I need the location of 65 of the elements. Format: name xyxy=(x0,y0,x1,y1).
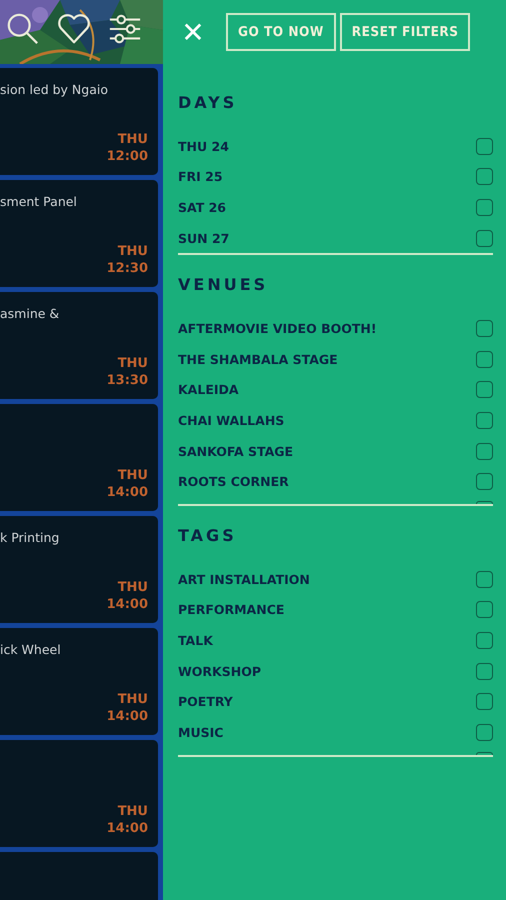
event-title: asmine & xyxy=(0,306,60,321)
event-day: THU xyxy=(118,803,148,820)
event-time: 14:00 xyxy=(106,484,148,501)
section-heading: TAGS xyxy=(178,526,237,545)
heart-icon[interactable] xyxy=(57,12,91,46)
checkbox[interactable] xyxy=(476,473,493,490)
event-time: 12:30 xyxy=(106,260,148,277)
event-title: ick Wheel xyxy=(0,642,61,657)
event-title: sion led by Ngaio xyxy=(0,82,108,97)
filter-label[interactable]: THU 24 xyxy=(178,138,229,154)
event-card[interactable]: k Printing THU 14:00 xyxy=(0,516,158,623)
filter-label[interactable]: ROOTS CORNER xyxy=(178,474,289,490)
close-button[interactable]: ✕ xyxy=(178,16,208,48)
filter-label[interactable]: KALEIDA xyxy=(178,382,239,398)
checkbox[interactable] xyxy=(476,198,493,216)
checkbox[interactable] xyxy=(476,168,493,186)
checkbox[interactable] xyxy=(476,442,493,460)
event-day: THU xyxy=(118,355,148,372)
event-day: THU xyxy=(118,579,148,596)
filter-label[interactable]: TALK xyxy=(178,632,213,648)
filter-label[interactable]: THE SHAMBALA STAGE xyxy=(178,352,338,367)
event-title: k Printing xyxy=(0,530,60,545)
checkbox[interactable] xyxy=(476,138,493,155)
checkbox[interactable] xyxy=(476,693,493,710)
checkbox[interactable] xyxy=(476,632,493,649)
event-day: THU xyxy=(118,467,148,484)
filter-label[interactable]: CHAI WALLAHS xyxy=(178,412,284,428)
event-title: sment Panel xyxy=(0,194,77,209)
checkbox[interactable] xyxy=(476,230,493,247)
filter-label[interactable]: SAT 26 xyxy=(178,200,226,215)
checkbox[interactable] xyxy=(476,724,493,741)
filter-label[interactable]: AFTERMOVIE VIDEO BOOTH! xyxy=(178,321,377,336)
event-day: THU xyxy=(118,691,148,708)
event-day: THU xyxy=(118,243,148,260)
event-time: 14:00 xyxy=(106,820,148,837)
filter-label[interactable]: MUSIC xyxy=(178,724,224,740)
event-card[interactable]: sion led by Ngaio THU 12:00 xyxy=(0,68,158,175)
event-time: 14:00 xyxy=(106,596,148,613)
event-card[interactable]: sment Panel THU 12:30 xyxy=(0,180,158,287)
search-icon[interactable] xyxy=(6,12,40,46)
event-card[interactable]: THU 14:00 xyxy=(0,404,158,511)
filter-label[interactable]: PERFORMANCE xyxy=(178,602,284,618)
filter-label[interactable]: SANKOFA STAGE xyxy=(178,444,294,459)
checkbox[interactable] xyxy=(476,320,493,338)
filter-label[interactable]: SUN 27 xyxy=(178,230,230,246)
event-card[interactable]: THU 14:00 xyxy=(0,740,158,847)
event-day: THU xyxy=(118,131,148,148)
section-heading: VENUES xyxy=(178,275,268,294)
checkbox[interactable] xyxy=(476,662,493,680)
filter-label[interactable]: ART INSTALLATION xyxy=(178,572,310,587)
event-time: 13:30 xyxy=(106,372,148,389)
filter-label[interactable]: WORKSHOP xyxy=(178,664,261,679)
section-heading: DAYS xyxy=(178,93,238,112)
checkbox[interactable] xyxy=(476,350,493,368)
checkbox[interactable] xyxy=(476,381,493,398)
checkbox[interactable] xyxy=(476,601,493,618)
filter-label[interactable]: POETRY xyxy=(178,694,233,710)
event-time: 12:00 xyxy=(106,148,148,165)
checkbox[interactable] xyxy=(476,570,493,588)
checkbox[interactable] xyxy=(476,412,493,429)
event-card[interactable]: ick Wheel THU 14:00 xyxy=(0,628,158,735)
event-time: 14:00 xyxy=(106,708,148,725)
filter-icon[interactable] xyxy=(108,12,142,46)
event-card[interactable]: asmine & THU 13:30 xyxy=(0,292,158,399)
filter-label[interactable]: FRI 25 xyxy=(178,169,223,184)
